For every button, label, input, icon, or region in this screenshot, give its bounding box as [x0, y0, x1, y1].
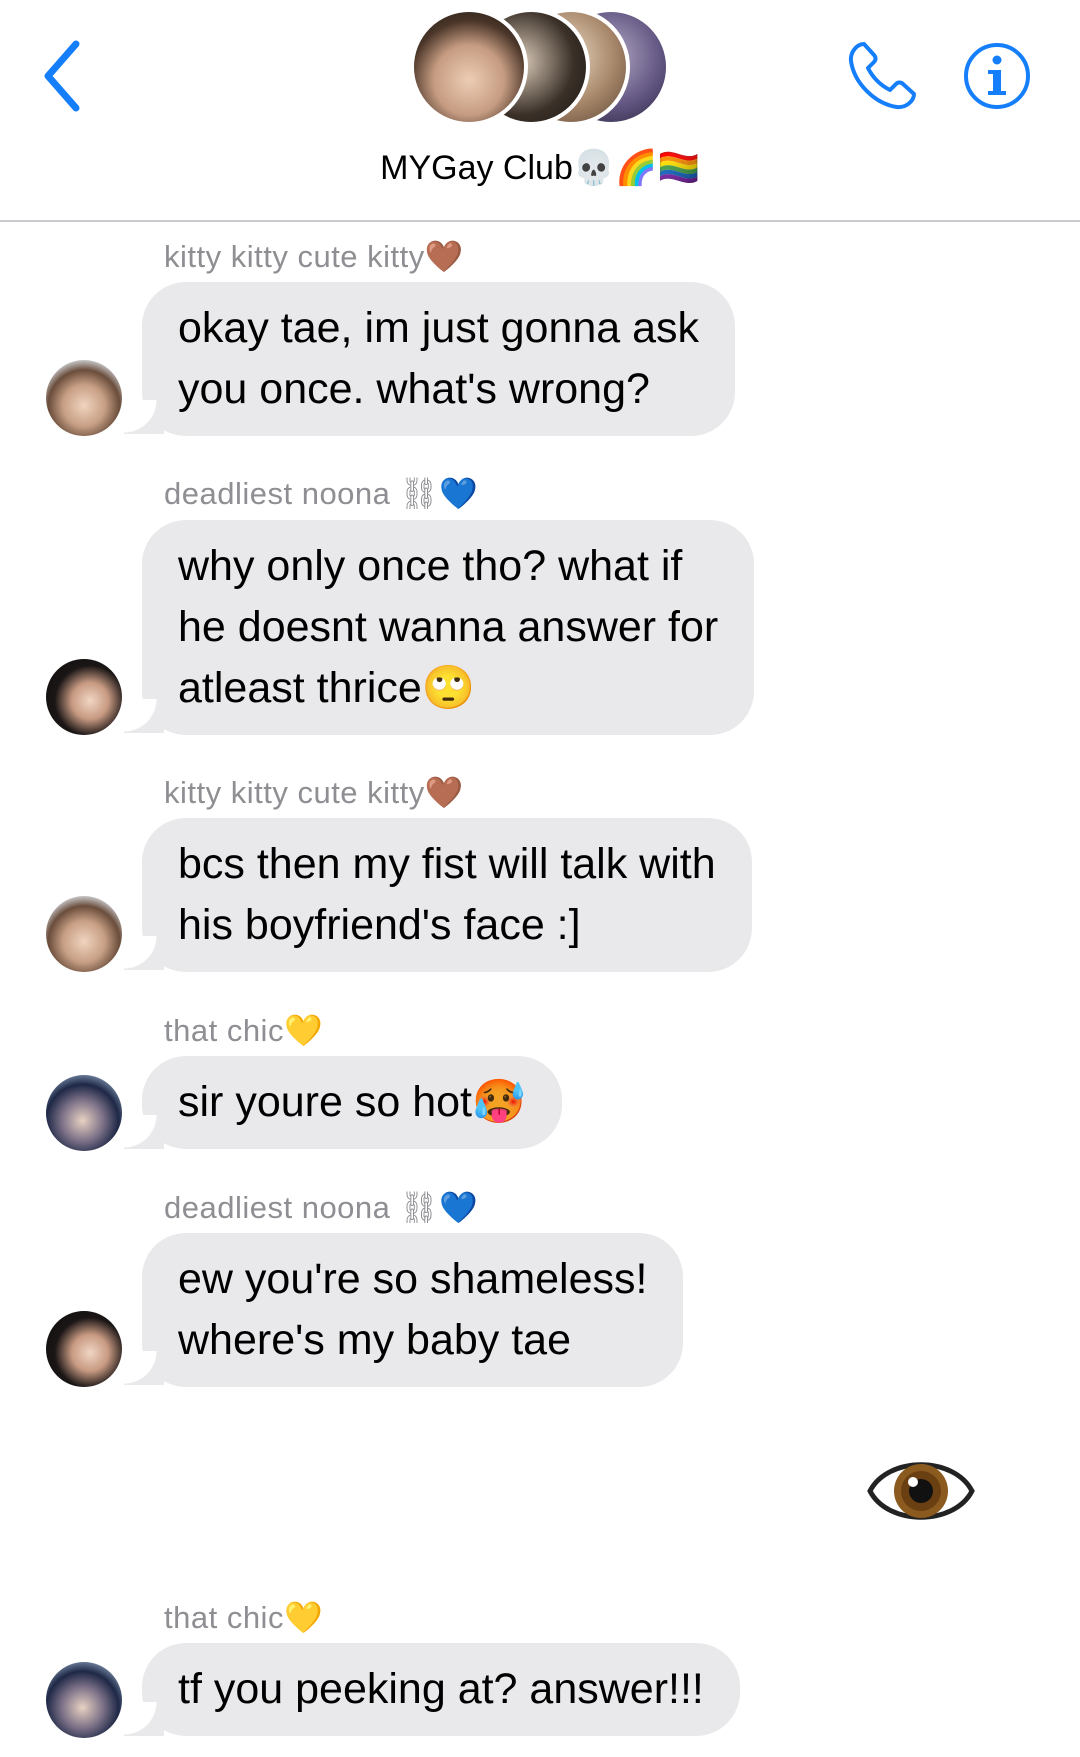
avatar[interactable]	[46, 360, 122, 436]
back-button[interactable]	[38, 36, 98, 116]
sender-name: deadliest noona ⛓💙	[164, 476, 479, 511]
message-bubble[interactable]: ew you're so shameless! where's my baby …	[142, 1233, 684, 1387]
info-button[interactable]	[962, 36, 1032, 116]
message-line: tf you peeking at? answer!!!	[178, 1665, 704, 1713]
message-bubble[interactable]: sir youre so hot🥵	[142, 1056, 562, 1149]
avatar[interactable]	[46, 1662, 122, 1738]
message-bubble[interactable]: okay tae, im just gonna ask you once. wh…	[142, 282, 736, 436]
message-line: why only once tho? what if	[178, 542, 683, 590]
message-line: ew you're so shameless!	[178, 1255, 648, 1303]
message-bubble[interactable]: why only once tho? what if he doesnt wan…	[142, 520, 755, 735]
sender-name: that chic💛	[164, 1013, 324, 1048]
message-bubble[interactable]: tf you peeking at? answer!!!	[142, 1643, 740, 1736]
group-member-avatar	[410, 8, 528, 126]
avatar[interactable]	[46, 1075, 122, 1151]
message-line: bcs then my fist will talk with	[178, 840, 716, 888]
sender-name: that chic💛	[164, 1600, 324, 1635]
bubble-tail	[124, 400, 164, 434]
eye-icon	[867, 1462, 975, 1520]
bubble-tail	[124, 936, 164, 970]
bubble-tail	[124, 1351, 164, 1385]
group-avatar-stack[interactable]	[410, 8, 670, 128]
outgoing-emoji-message[interactable]	[866, 1448, 976, 1534]
message-line: his boyfriend's face :]	[178, 901, 581, 949]
chat-screen: MYGay Club💀🌈🏳️‍🌈 kitty kitty cute kitty🤎…	[0, 0, 1080, 1757]
bubble-tail	[124, 1115, 164, 1149]
bubble-tail	[124, 1702, 164, 1736]
chat-header: MYGay Club💀🌈🏳️‍🌈	[0, 0, 1080, 222]
phone-icon	[848, 42, 916, 110]
avatar[interactable]	[46, 659, 122, 735]
message-line: sir youre so hot🥵	[178, 1078, 526, 1126]
chevron-left-icon	[44, 40, 80, 112]
info-icon	[964, 43, 1030, 109]
message-line: okay tae, im just gonna ask	[178, 304, 700, 352]
bubble-tail	[124, 699, 164, 733]
message-line: where's my baby tae	[178, 1316, 572, 1364]
message-line: he doesnt wanna answer for	[178, 603, 719, 651]
sender-name: kitty kitty cute kitty🤎	[164, 239, 464, 274]
sender-name: kitty kitty cute kitty🤎	[164, 775, 464, 810]
group-title[interactable]: MYGay Club💀🌈🏳️‍🌈	[0, 148, 1080, 188]
avatar[interactable]	[46, 1311, 122, 1387]
message-line: atleast thrice🙄	[178, 664, 476, 712]
message-line: you once. what's wrong?	[178, 365, 650, 413]
avatar[interactable]	[46, 896, 122, 972]
call-button[interactable]	[842, 36, 922, 116]
sender-name: deadliest noona ⛓💙	[164, 1190, 479, 1225]
message-bubble[interactable]: bcs then my fist will talk with his boyf…	[142, 818, 752, 972]
